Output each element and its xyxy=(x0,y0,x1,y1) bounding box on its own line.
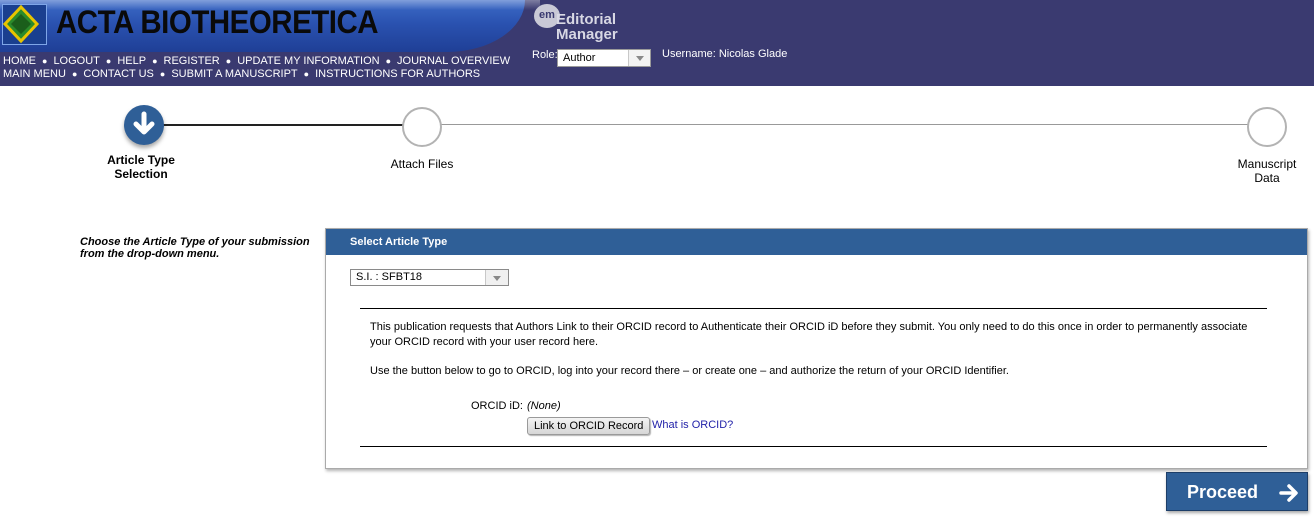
step-attach-files-circle xyxy=(402,107,442,147)
nav-logout[interactable]: LOGOUT xyxy=(53,55,99,67)
nav-row-2: MAIN MENU ● CONTACT US ● SUBMIT A MANUSCRIPT… xyxy=(3,68,510,81)
nav-separator: ● xyxy=(105,56,112,66)
step-article-type-circle xyxy=(124,105,164,145)
what-is-orcid-link[interactable]: What is ORCID? xyxy=(652,419,733,431)
nav-separator: ● xyxy=(42,56,48,66)
divider xyxy=(360,308,1267,309)
step-label-line: Manuscript xyxy=(1237,157,1297,171)
nav-separator: ● xyxy=(225,56,232,66)
select-article-type-panel: Select Article Type S.I. : SFBT18 This p… xyxy=(325,228,1308,469)
nav-contact-us[interactable]: CONTACT US xyxy=(83,68,154,80)
nav-journal-overview[interactable]: JOURNAL OVERVIEW xyxy=(397,55,510,67)
chevron-down-icon[interactable] xyxy=(628,50,650,66)
nav-separator: ● xyxy=(71,69,78,79)
proceed-button[interactable]: Proceed xyxy=(1166,472,1308,511)
em-line2: Manager xyxy=(556,26,618,43)
nav-home[interactable]: HOME xyxy=(3,55,36,67)
editorial-manager-logo: em Editorial Manager xyxy=(534,4,624,46)
stepper-remaining-line xyxy=(423,124,1268,125)
em-line1: Editorial xyxy=(556,11,617,28)
step-manuscript-data-label: Manuscript Data xyxy=(1230,157,1304,185)
chevron-down-icon[interactable] xyxy=(485,270,508,285)
article-type-value: S.I. : SFBT18 xyxy=(356,271,423,283)
nav-help[interactable]: HELP xyxy=(117,55,146,67)
arrow-right-icon xyxy=(1279,484,1298,502)
em-wordmark: Editorial Manager xyxy=(556,12,618,42)
step-label-line: Selection xyxy=(114,167,168,181)
panel-title: Select Article Type xyxy=(326,229,1307,255)
divider xyxy=(360,446,1267,447)
journal-banner: ACTA BIOTHEORETICA xyxy=(0,0,540,52)
nav-separator: ● xyxy=(152,56,158,66)
app-header: ACTA BIOTHEORETICA em Editorial Manager … xyxy=(0,0,1314,86)
journal-logo-icon xyxy=(2,4,47,45)
top-navigation: HOME ● LOGOUT ● HELP ● REGISTER ● UPDATE MY INFO… xyxy=(3,55,510,81)
step-attach-files-label: Attach Files xyxy=(380,157,464,171)
step-label-line: Article Type xyxy=(107,153,175,167)
instructions-text: Choose the Article Type of your submissi… xyxy=(80,236,310,260)
orcid-instruction-paragraph: Use the button below to go to ORCID, log… xyxy=(370,365,1009,377)
step-manuscript-data-circle xyxy=(1247,107,1287,147)
nav-register[interactable]: REGISTER xyxy=(164,55,220,67)
role-select-value: Author xyxy=(563,52,596,64)
username-display: Username: Nicolas Glade xyxy=(662,48,788,60)
step-label-line: Attach Files xyxy=(390,157,454,171)
nav-instructions-for-authors[interactable]: INSTRUCTIONS FOR AUTHORS xyxy=(315,68,480,80)
role-select[interactable]: Author xyxy=(557,49,651,67)
nav-separator: ● xyxy=(303,69,310,79)
nav-separator: ● xyxy=(385,56,392,66)
orcid-id-value: (None) xyxy=(527,400,561,412)
link-orcid-button[interactable]: Link to ORCID Record xyxy=(527,417,651,435)
orcid-id-label: ORCID iD: xyxy=(471,400,523,412)
proceed-label: Proceed xyxy=(1187,482,1259,502)
step-article-type-label: Article Type Selection xyxy=(100,153,182,181)
role-label: Role: xyxy=(532,49,558,61)
journal-title: ACTA BIOTHEORETICA xyxy=(56,4,379,40)
nav-main-menu[interactable]: MAIN MENU xyxy=(3,68,66,80)
stepper-progress-line xyxy=(144,124,423,126)
nav-submit-manuscript[interactable]: SUBMIT A MANUSCRIPT xyxy=(171,68,297,80)
orcid-info-paragraph: This publication requests that Authors L… xyxy=(370,321,1248,348)
article-type-select[interactable]: S.I. : SFBT18 xyxy=(350,269,509,286)
step-label-line: Data xyxy=(1254,171,1280,185)
nav-separator: ● xyxy=(159,69,166,79)
nav-update-info[interactable]: UPDATE MY INFORMATION xyxy=(237,55,379,67)
arrow-down-icon xyxy=(133,111,155,135)
nav-row-1: HOME ● LOGOUT ● HELP ● REGISTER ● UPDATE MY INFO… xyxy=(3,55,510,68)
